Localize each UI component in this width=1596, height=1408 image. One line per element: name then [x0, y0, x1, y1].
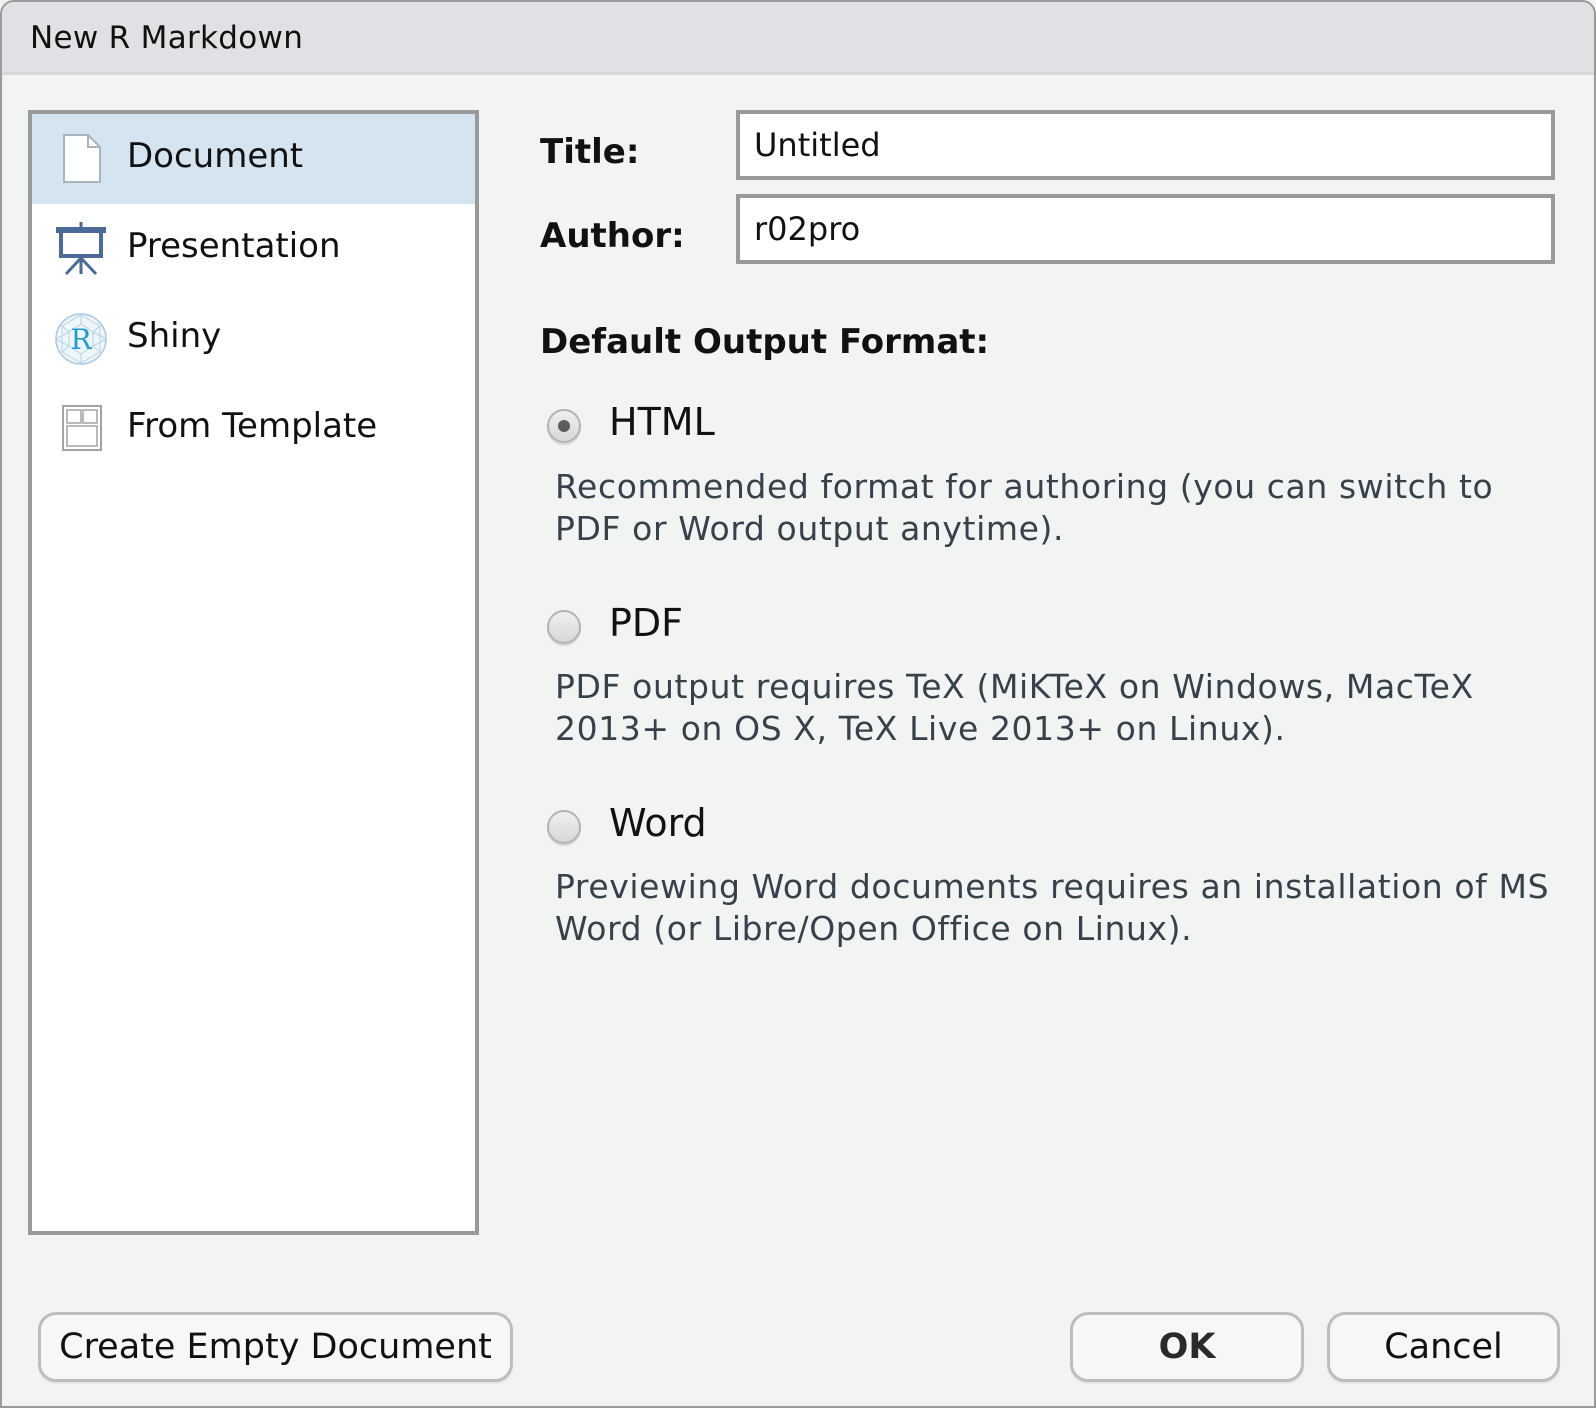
- html-description: Recommended format for authoring (you ca…: [555, 467, 1494, 548]
- sidebar-item-from-template[interactable]: From Template: [32, 384, 475, 474]
- sidebar-item-label: Document: [127, 136, 304, 176]
- presentation-icon: [54, 222, 108, 276]
- author-input[interactable]: [736, 194, 1555, 264]
- output-format-heading: Default Output Format:: [540, 322, 990, 362]
- sidebar-item-label: Shiny: [127, 316, 222, 356]
- sidebar-item-label: From Template: [127, 406, 378, 446]
- document-type-list: Document Presentation R Shiny From Templ…: [28, 110, 479, 1235]
- format-label: HTML: [609, 400, 715, 444]
- sidebar-item-shiny[interactable]: R Shiny: [32, 294, 475, 384]
- word-radio[interactable]: [547, 810, 581, 844]
- pdf-description: PDF output requires TeX (MiKTeX on Windo…: [555, 667, 1474, 748]
- dialog-title: New R Markdown: [30, 20, 304, 56]
- format-label: PDF: [609, 601, 684, 645]
- create-empty-document-button[interactable]: Create Empty Document: [38, 1312, 513, 1382]
- title-label: Title:: [540, 132, 640, 172]
- template-icon: [54, 402, 108, 456]
- title-bar: New R Markdown: [2, 2, 1594, 75]
- format-label: Word: [609, 801, 707, 845]
- cancel-button[interactable]: Cancel: [1327, 1312, 1560, 1382]
- author-label: Author:: [540, 216, 685, 256]
- title-input[interactable]: [736, 110, 1555, 180]
- pdf-radio[interactable]: [547, 610, 581, 644]
- sidebar-item-label: Presentation: [127, 226, 341, 266]
- sidebar-item-presentation[interactable]: Presentation: [32, 204, 475, 294]
- svg-text:R: R: [70, 323, 92, 356]
- sidebar-item-document[interactable]: Document: [32, 114, 475, 204]
- document-icon: [54, 132, 108, 186]
- new-r-markdown-dialog: New R Markdown Document Presentation R S…: [0, 0, 1596, 1408]
- word-description: Previewing Word documents requires an in…: [555, 867, 1550, 948]
- ok-button[interactable]: OK: [1070, 1312, 1304, 1382]
- shiny-r-icon: R: [54, 312, 108, 366]
- html-radio[interactable]: [547, 409, 581, 443]
